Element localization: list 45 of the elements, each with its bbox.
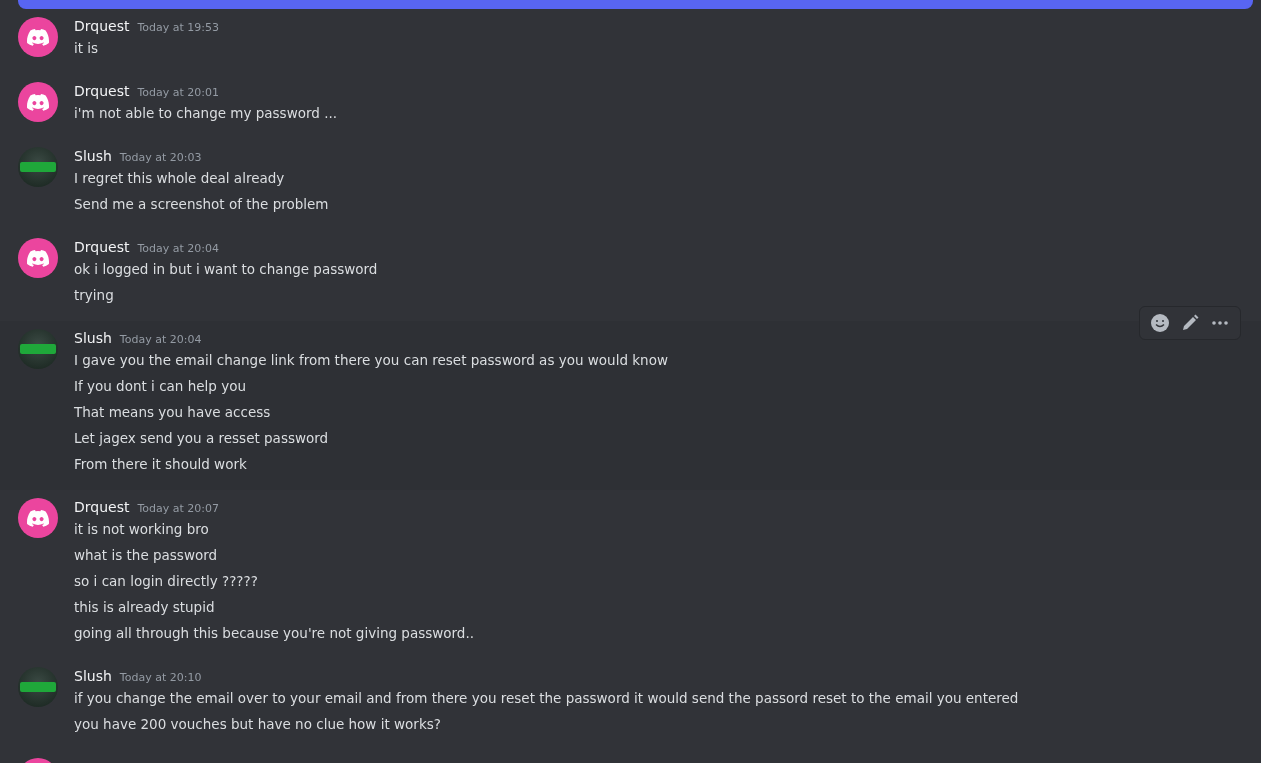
controller-logo-icon <box>27 93 49 111</box>
avatar[interactable] <box>18 17 58 57</box>
message-text: what is the password <box>74 546 219 565</box>
message-text: From there it should work <box>74 455 248 474</box>
controller-logo-icon <box>27 249 49 267</box>
timestamp: Today at 19:53 <box>137 20 219 36</box>
controller-logo-icon <box>27 509 49 527</box>
logo-band-icon <box>20 682 56 692</box>
message-text: Send me a screenshot of the problem <box>74 195 329 214</box>
timestamp: Today at 20:03 <box>119 150 202 166</box>
username[interactable]: Drquest <box>74 82 130 100</box>
username[interactable]: Slush <box>74 329 112 347</box>
message-text: it is not working bro <box>74 520 210 539</box>
smiley-icon[interactable] <box>1150 313 1170 333</box>
message-text: That means you have access <box>74 403 272 422</box>
logo-band-icon <box>20 344 56 354</box>
controller-logo-icon <box>27 28 49 46</box>
timestamp: Today at 20:04 <box>137 241 219 257</box>
message-text: going all through this because you're not giving password.. <box>74 624 474 643</box>
avatar[interactable] <box>18 238 58 278</box>
timestamp: Today at 20:07 <box>137 501 219 517</box>
logo-band-icon <box>20 162 56 172</box>
avatar[interactable] <box>18 82 58 122</box>
username[interactable]: Drquest <box>74 238 130 256</box>
message-text: it is <box>74 39 100 58</box>
message-text: i'm not able to change my password ... <box>74 104 337 123</box>
message-text: Let jagex send you a resset password <box>74 429 330 448</box>
username[interactable]: Drquest <box>74 17 130 35</box>
username[interactable]: Slush <box>74 667 112 685</box>
message-text: If you dont i can help you <box>74 377 247 396</box>
message-text: you have 200 vouches but have no clue how it works? <box>74 715 442 734</box>
timestamp: Today at 20:10 <box>119 670 202 686</box>
message-text: I gave you the email change link from there you can reset password as you would know <box>74 351 668 370</box>
username[interactable]: Slush <box>74 147 112 165</box>
username[interactable]: Drquest <box>74 498 130 516</box>
message-text: trying <box>74 286 115 305</box>
timestamp: Today at 20:04 <box>119 332 202 348</box>
timestamp: Today at 20:01 <box>137 85 219 101</box>
avatar[interactable] <box>18 498 58 538</box>
message-text: this is already stupid <box>74 598 216 617</box>
pencil-icon[interactable] <box>1180 313 1200 333</box>
message-text: ok i logged in but i want to change password <box>74 260 378 279</box>
message-text: so i can login directly ????? <box>74 572 259 591</box>
message-text: if you change the email over to your email and from there you reset the password it would send the passord reset to the email you entered <box>74 689 1019 708</box>
message-text: I regret this whole deal already <box>74 169 286 188</box>
